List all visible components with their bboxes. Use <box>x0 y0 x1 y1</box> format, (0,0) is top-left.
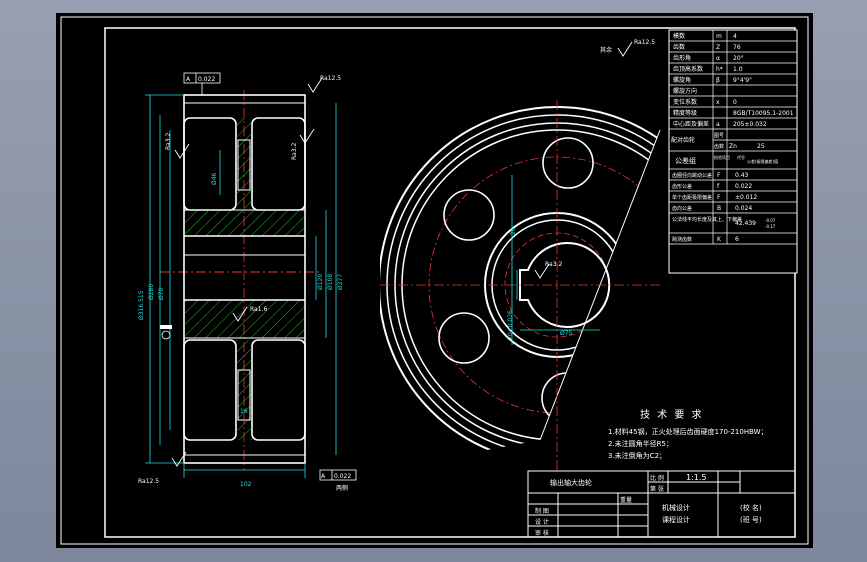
tolerance-name: 跨测齿数 <box>672 236 692 243</box>
tolerance-value: 6 <box>735 236 739 243</box>
param-value: 20° <box>733 55 744 62</box>
tolerance-value: 0.43 <box>735 172 749 179</box>
parameter-table: 模数 m 4 齿数 Z 76 齿形角 α 20° 齿顶高系数 h* 1.0 螺旋角 β 9°4'9" 螺旋方向… <box>668 29 798 274</box>
param-value: 9°4'9" <box>733 77 752 84</box>
tolerance-value: 0.024 <box>735 205 752 212</box>
pair-drawing-label: 图号 <box>714 133 724 139</box>
tolerance-name: 齿形公差 <box>672 183 692 190</box>
tech-item-1: 1.材料45钢，正火处理后齿面硬度170-210HBW； <box>608 427 768 436</box>
tech-item-3: 3.未注倒角为C2； <box>608 451 666 460</box>
inspection-items-label: 检验项目 <box>714 154 730 160</box>
code-label: 代号 <box>737 154 745 160</box>
part-name: 输出轴大齿轮 <box>550 478 592 487</box>
tolerance-value: 42.439 <box>735 220 756 227</box>
checked-label: 审 核 <box>535 529 549 537</box>
param-symbol: x <box>716 99 720 106</box>
tolerance-value: 0.022 <box>735 183 752 190</box>
dim-bore: Ø75 <box>560 330 573 337</box>
tech-item-2: 2.未注圆角半径R5； <box>608 439 673 448</box>
param-name: 齿顶高系数 <box>673 65 703 73</box>
tolerance-value: ±0.012 <box>735 194 757 201</box>
course-line-2: 课程设计 <box>662 515 690 524</box>
scale-value: 1:1.5 <box>686 473 707 482</box>
param-value: 0 <box>733 99 737 106</box>
dim-key: 20±0.026 <box>507 310 514 340</box>
tolerance-group-label: 公差组 <box>675 156 696 165</box>
limit-label: 公差(极限偏差)值 <box>747 158 778 164</box>
roughness-left: Ra3.2 <box>165 133 172 150</box>
roughness-bottom-left: Ra12.5 <box>138 478 159 485</box>
param-value: 1.0 <box>733 66 743 73</box>
param-value: 205±0.032 <box>733 121 767 128</box>
dim-16: 16 <box>240 408 248 415</box>
both-sides-label: 两侧 <box>336 484 348 492</box>
dim-70: Ø70 <box>158 287 165 300</box>
param-value: 8GB/T10095.1-2001 <box>733 110 794 117</box>
pair-teeth-label: 齿数 <box>714 143 724 150</box>
dim-277: Ø277 <box>337 274 344 290</box>
tolerance-name: 齿圈径向跳动公差 <box>672 172 712 179</box>
tolerance-name: 单个齿距极限偏差 <box>672 194 712 201</box>
dim-108: Ø108 <box>327 274 334 290</box>
keyway-roughness: Ra3.2 <box>545 261 562 268</box>
tolerance-symbol: B <box>717 205 721 212</box>
course-line-1: 机械设计 <box>662 503 690 512</box>
param-name: 模数 <box>673 32 685 40</box>
gear-drawing: 0.022 0.022 A A Ra12.5 Ra12.5 Ra1.6 两侧 1… <box>56 13 813 548</box>
tech-title: 技 术 要 求 <box>640 408 704 421</box>
param-name: 螺旋方向 <box>673 87 697 95</box>
tol-value-top: 0.022 <box>198 76 215 83</box>
school-name: (校 名) <box>740 503 762 512</box>
dim-46: Ø46 <box>211 172 218 185</box>
tolerance-symbol: F <box>717 172 721 179</box>
param-value: 76 <box>733 44 741 51</box>
param-symbol: α <box>716 55 720 62</box>
class-number: (班 号) <box>740 515 762 524</box>
param-symbol: h* <box>716 66 723 73</box>
param-symbol: a <box>716 121 720 128</box>
dim-width: 102 <box>240 481 252 488</box>
dim-20: 20 <box>510 227 517 235</box>
pair-teeth-sym: Zn <box>729 143 737 150</box>
tolerance-name: 齿向公差 <box>672 205 692 212</box>
tolerance-dev-upper: -0.07 <box>765 218 776 223</box>
param-symbol: m <box>716 33 722 40</box>
param-name: 螺旋角 <box>673 76 691 84</box>
pair-teeth-value: 25 <box>757 143 765 150</box>
param-name: 精度等级 <box>673 109 697 117</box>
param-symbol: β <box>716 77 720 84</box>
weight-label: 重量 <box>620 496 632 504</box>
pair-label: 配对齿轮 <box>671 136 695 144</box>
tolerance-name: 公法线平均长度及其上、下偏差 <box>672 216 742 223</box>
rest-label: 其余 <box>600 46 612 54</box>
roughness-right: Ra3.2 <box>291 143 298 160</box>
param-value: 4 <box>733 33 737 40</box>
tolerance-dev-lower: -0.17 <box>765 224 776 229</box>
designed-label: 设 计 <box>535 518 549 526</box>
param-symbol: Z <box>716 44 720 51</box>
roughness-bore: Ra1.6 <box>250 306 267 313</box>
sheet-label: 第 张 <box>650 485 664 493</box>
dim-120: Ø120 <box>317 274 324 290</box>
param-name: 齿数 <box>673 43 685 51</box>
tolerance-symbol: F <box>717 194 721 201</box>
rest-roughness: Ra12.5 <box>634 39 655 46</box>
param-name: 中心距及偏差 <box>673 120 709 128</box>
tol-value-bottom: 0.022 <box>334 473 351 480</box>
param-name: 变位系数 <box>673 98 697 106</box>
roughness-top: Ra12.5 <box>320 75 341 82</box>
scale-label: 比 例 <box>650 474 664 482</box>
dim-od: Ø316.515 <box>138 290 145 320</box>
drawn-label: 制 图 <box>535 507 549 515</box>
param-name: 齿形角 <box>673 54 691 62</box>
dim-280: Ø280 <box>148 284 155 300</box>
